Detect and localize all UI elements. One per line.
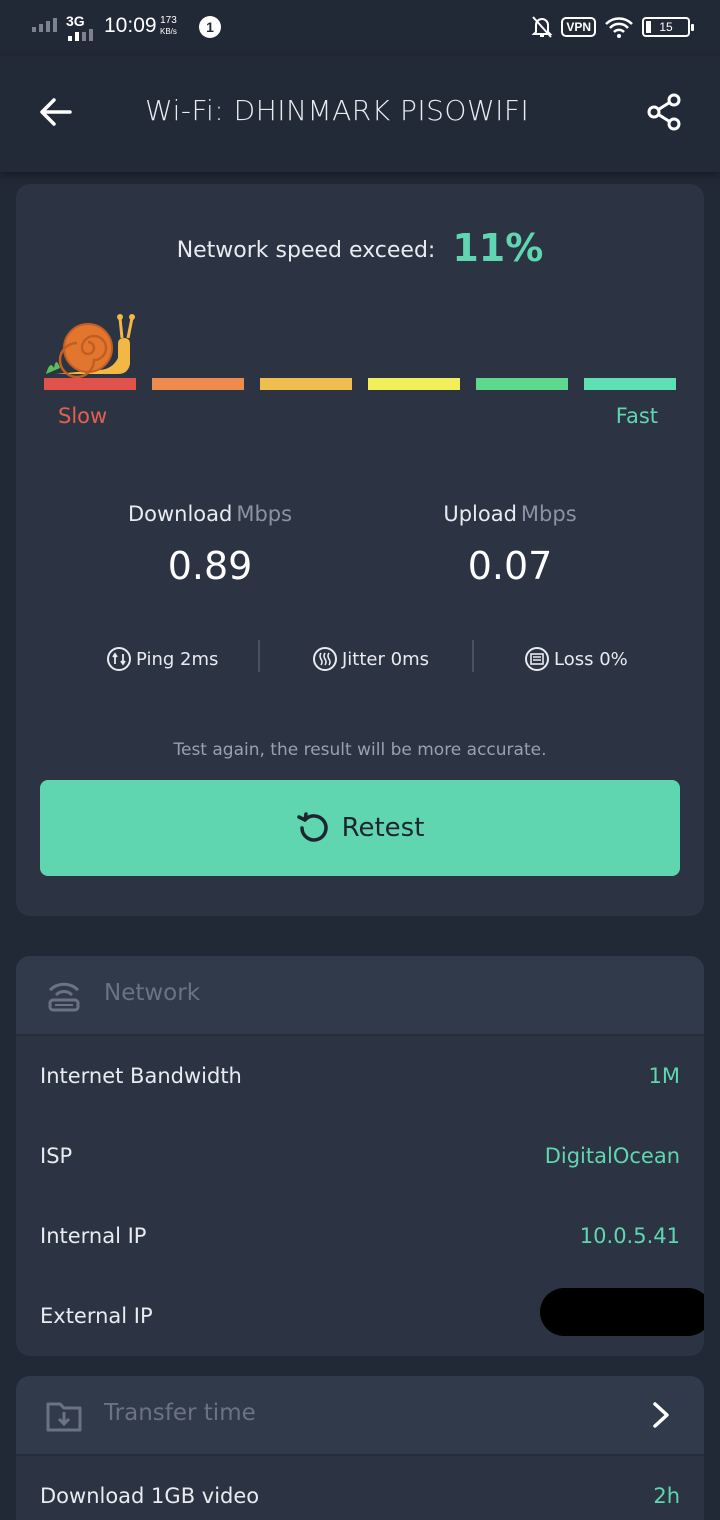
download-metric: Download Mbps 0.89 bbox=[60, 502, 360, 588]
ping-text: Ping 2ms bbox=[136, 648, 219, 670]
upload-metric: Upload Mbps 0.07 bbox=[360, 502, 660, 588]
refresh-icon bbox=[296, 812, 328, 842]
retest-button[interactable]: Retest bbox=[40, 780, 680, 876]
folder-download-icon bbox=[46, 1402, 82, 1432]
transfer-card-header[interactable]: Transfer time bbox=[16, 1376, 704, 1456]
info-row-isp: ISP DigitalOcean bbox=[16, 1138, 704, 1178]
app-bar: Wi-Fi: DHINMARK PISOWIFI bbox=[0, 56, 720, 172]
info-row-internal-ip: Internal IP 10.0.5.41 bbox=[16, 1218, 704, 1258]
network-card-title: Network bbox=[104, 980, 201, 1006]
ping-icon bbox=[107, 647, 131, 671]
network-speed-unit: KB/s bbox=[160, 27, 177, 36]
row-label: Internal IP bbox=[40, 1224, 147, 1248]
upload-label-line: Upload Mbps bbox=[360, 502, 660, 526]
download-label: Download bbox=[127, 502, 233, 526]
row-label: External IP bbox=[40, 1304, 153, 1328]
share-icon[interactable] bbox=[644, 92, 684, 132]
vpn-icon: VPN bbox=[561, 17, 596, 37]
retest-label: Retest bbox=[341, 813, 425, 843]
stat-divider bbox=[472, 640, 474, 672]
loss-stat: Loss 0% bbox=[524, 646, 628, 672]
back-arrow-icon[interactable] bbox=[36, 92, 76, 132]
info-row-external-ip: External IP bbox=[16, 1288, 704, 1338]
scale-segment-6 bbox=[584, 378, 676, 390]
wifi-icon bbox=[605, 17, 633, 38]
chevron-right-icon[interactable] bbox=[646, 1400, 676, 1430]
jitter-text: Jitter 0ms bbox=[342, 648, 429, 670]
status-icons: VPN 15 bbox=[531, 15, 694, 39]
network-speed-value: 173 bbox=[160, 15, 177, 26]
network-type-label: 3G bbox=[66, 13, 85, 29]
transfer-card-title: Transfer time bbox=[104, 1400, 256, 1426]
info-row-download-video: Download 1GB video 2h bbox=[16, 1478, 704, 1518]
upload-label: Upload bbox=[443, 502, 517, 526]
clock: 10:09 bbox=[104, 14, 157, 37]
speed-result-card: Network speed exceed: 11% Slow Fast Down… bbox=[16, 184, 704, 916]
signal-3g-icon bbox=[68, 29, 93, 41]
scale-segment-1 bbox=[44, 378, 136, 390]
upload-unit: Mbps bbox=[520, 502, 577, 526]
scale-fast-label: Fast bbox=[615, 404, 658, 428]
row-label: Internet Bandwidth bbox=[40, 1064, 242, 1088]
row-label: Download 1GB video bbox=[40, 1484, 260, 1508]
scale-slow-label: Slow bbox=[58, 404, 108, 428]
info-row-bandwidth: Internet Bandwidth 1M bbox=[16, 1058, 704, 1098]
speed-exceed-line: Network speed exceed: 11% bbox=[16, 226, 704, 270]
speed-exceed-value: 11% bbox=[452, 226, 544, 270]
row-value: DigitalOcean bbox=[544, 1144, 680, 1168]
scale-segment-3 bbox=[260, 378, 352, 390]
row-label: ISP bbox=[40, 1144, 73, 1168]
page-title: Wi-Fi: DHINMARK PISOWIFI bbox=[145, 94, 530, 127]
redaction-mark bbox=[540, 1288, 704, 1336]
upload-value: 0.07 bbox=[467, 544, 553, 588]
row-value: 1M bbox=[648, 1064, 680, 1088]
loss-text: Loss 0% bbox=[554, 648, 628, 670]
router-icon bbox=[48, 982, 80, 1012]
download-unit: Mbps bbox=[236, 502, 293, 526]
network-card-header: Network bbox=[16, 956, 704, 1036]
latency-stats: Ping 2ms Jitter 0ms Loss 0% bbox=[16, 640, 704, 680]
scale-segment-5 bbox=[476, 378, 568, 390]
notification-badge: 1 bbox=[199, 16, 221, 38]
battery-level: 15 bbox=[659, 20, 673, 34]
status-bar: 3G 10:09 173 KB/s 1 VPN 15 bbox=[0, 0, 720, 56]
battery-icon: 15 bbox=[642, 17, 694, 37]
ping-stat: Ping 2ms bbox=[106, 646, 218, 672]
speed-scale bbox=[44, 378, 676, 390]
loss-icon bbox=[525, 647, 549, 671]
download-label-line: Download Mbps bbox=[60, 502, 360, 526]
scale-segment-2 bbox=[152, 378, 244, 390]
network-card: Network Internet Bandwidth 1M ISP Digita… bbox=[16, 956, 704, 1356]
transfer-time-card[interactable]: Transfer time Download 1GB video 2h bbox=[16, 1376, 704, 1520]
speed-exceed-label: Network speed exceed: bbox=[176, 238, 436, 263]
row-value: 2h bbox=[653, 1484, 680, 1508]
row-value: 10.0.5.41 bbox=[579, 1224, 680, 1248]
signal-strength-icon bbox=[32, 18, 57, 32]
mute-bell-icon bbox=[531, 16, 553, 38]
snail-icon bbox=[46, 314, 135, 379]
jitter-icon bbox=[313, 647, 337, 671]
network-speed-indicator: 173 KB/s bbox=[160, 15, 177, 37]
download-value: 0.89 bbox=[167, 544, 253, 588]
retest-hint: Test again, the result will be more accu… bbox=[173, 740, 547, 760]
scale-segment-4 bbox=[368, 378, 460, 390]
stat-divider bbox=[258, 640, 260, 672]
jitter-stat: Jitter 0ms bbox=[312, 646, 429, 672]
